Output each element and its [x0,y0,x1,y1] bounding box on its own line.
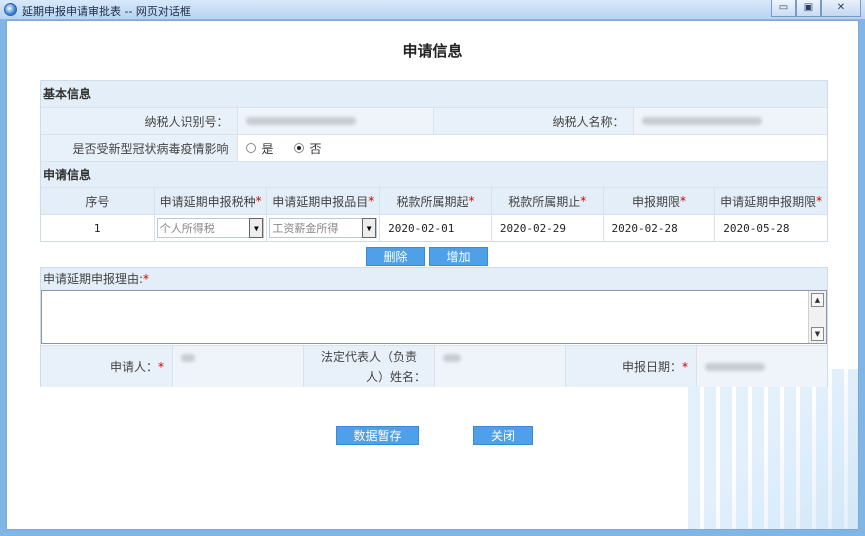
legal-rep-value [434,346,565,387]
report-date-value [696,346,827,387]
ie-browser-icon [4,3,17,16]
chevron-down-icon[interactable]: ▼ [249,218,264,238]
legal-rep-label: 法定代表人（负责 人）姓名： [303,346,434,387]
tax-item-value: 工资薪金所得 [272,222,339,235]
window-title: 延期申报申请审批表 -- 网页对话框 [22,5,191,18]
tax-item-cell: 工资薪金所得 ▼ [266,215,380,241]
covid-no-label: 否 [309,141,322,156]
redacted-taxpayer-name [641,117,762,125]
tax-type-cell: 个人所得税 ▼ [153,215,267,241]
redacted-report-date [705,362,765,371]
row-index: 1 [41,215,154,241]
taxpayer-row: 纳税人识别号： 纳税人名称： [41,107,827,134]
window-controls: ▭ ▣ ✕ [771,0,861,17]
taxpayer-id-label: 纳税人识别号： [41,108,237,134]
application-heading: 申请信息 [41,161,827,187]
redacted-applicant [181,354,195,362]
deadline-field[interactable]: 2020-02-28 [602,215,715,241]
info-table: 基本信息 纳税人识别号： 纳税人名称： 是否受新型冠状病毒疫情影响 是 否 申请… [40,80,828,242]
header-index: 序号 [41,188,154,214]
tax-type-value: 个人所得税 [159,222,215,235]
reason-scrollbar[interactable]: ▲ ▼ [808,291,826,343]
covid-yes-radio[interactable] [245,143,256,153]
reason-label: 申请延期申报理由: [43,272,144,286]
taxpayer-name-value [632,108,827,134]
dialog-content: 申请信息 基本信息 纳税人识别号： 纳税人名称： 是否受新型冠状病毒疫情影响 是… [6,20,859,530]
chevron-down-icon[interactable]: ▼ [362,218,377,238]
covid-yes-label: 是 [261,141,274,156]
reason-section: 申请延期申报理由:* ▲ ▼ 申请人： * 法定代表人（负责 人）姓名： 申报日期… [40,267,828,387]
taxpayer-name-label: 纳税人名称： [433,108,633,134]
table-row: 1 个人所得税 ▼ 工资薪金所得 ▼ 2020-02-01 2020-02-29… [41,214,827,241]
covid-options: 是 否 [236,135,827,161]
applicant-value [172,346,303,387]
minimize-button[interactable]: ▭ [771,0,796,17]
period-end-field[interactable]: 2020-02-29 [490,215,603,241]
reason-textarea[interactable]: ▲ ▼ [41,290,827,344]
decorative-background [688,369,858,529]
close-button[interactable]: 关闭 [473,426,533,445]
application-header-row: 序号 申请延期申报税种 * 申请延期申报品目 * 税款所属期起 * 税款所属期止 * 申… [41,187,828,214]
tax-item-select[interactable]: 工资薪金所得 ▼ [269,218,378,238]
reason-label-row: 申请延期申报理由:* [41,268,827,290]
covid-no-radio[interactable] [293,143,304,153]
period-start-field[interactable]: 2020-02-01 [379,215,491,241]
taxpayer-id-value [236,108,433,134]
delete-button[interactable]: 删除 [366,247,425,266]
header-deadline: 申报期限 * [602,188,715,214]
window-titlebar: 延期申报申请审批表 -- 网页对话框 ▭ ▣ ✕ [0,0,865,20]
report-date-label: 申报日期： * [565,346,696,387]
applicant-label: 申请人： * [41,346,172,387]
header-period-end: 税款所属期止 * [490,188,603,214]
close-window-button[interactable]: ✕ [821,0,861,17]
redacted-taxpayer-id [245,117,356,125]
add-button[interactable]: 增加 [429,247,488,266]
extended-deadline-field[interactable]: 2020-05-28 [714,215,827,241]
page-title: 申请信息 [402,42,463,60]
covid-label: 是否受新型冠状病毒疫情影响 [41,135,237,161]
scroll-up-icon[interactable]: ▲ [811,293,824,307]
redacted-legal-rep [443,354,461,362]
save-draft-button[interactable]: 数据暂存 [336,426,419,445]
covid-row: 是否受新型冠状病毒疫情影响 是 否 [41,134,827,161]
tax-type-select[interactable]: 个人所得税 ▼ [156,218,265,238]
signers-row: 申请人： * 法定代表人（负责 人）姓名： 申报日期： * [41,345,827,387]
basic-info-heading: 基本信息 [41,81,827,107]
header-tax-type: 申请延期申报税种 * [153,188,267,214]
maximize-button[interactable]: ▣ [796,0,821,17]
header-tax-item: 申请延期申报品目 * [266,188,380,214]
header-period-start: 税款所属期起 * [379,188,491,214]
header-extended-deadline: 申请延期申报期限 * [714,188,828,214]
scroll-down-icon[interactable]: ▼ [811,327,824,341]
